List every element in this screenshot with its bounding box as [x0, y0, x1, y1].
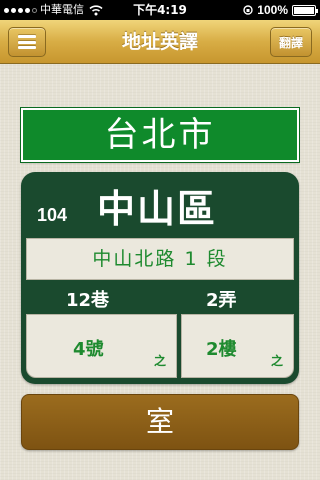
floor-field[interactable]: 2樓 之	[181, 314, 294, 378]
translate-button[interactable]: 翻譯	[270, 27, 312, 57]
road-field[interactable]: 中山北路 1 段	[26, 238, 294, 280]
floor-value: 2樓	[206, 339, 237, 360]
city-field[interactable]: 台北市	[20, 107, 300, 163]
district-field[interactable]: 中山區	[97, 178, 217, 233]
menu-button[interactable]	[8, 27, 46, 57]
room-field[interactable]: 室	[21, 394, 299, 450]
floor-suffix: 之	[270, 354, 283, 368]
battery-fill	[294, 6, 314, 14]
nav-bar: 地址英譯 翻譯	[0, 20, 320, 64]
status-right: 100%	[243, 0, 318, 20]
house-number-suffix: 之	[153, 354, 166, 368]
battery-icon	[292, 4, 318, 16]
district-panel: 104 中山區 中山北路 1 段 12巷 2弄 4號 之 2樓 之	[21, 172, 299, 384]
alley-field[interactable]: 2弄	[206, 286, 237, 312]
zip-code[interactable]: 104	[37, 205, 67, 226]
battery-percentage: 100%	[257, 3, 288, 17]
lane-field[interactable]: 12巷	[66, 286, 109, 312]
status-bar: 中華電信 下午4:19 100%	[0, 0, 320, 20]
house-number-value: 4號	[73, 339, 104, 360]
house-number-field[interactable]: 4號 之	[26, 314, 177, 378]
rotation-lock-icon	[243, 5, 253, 15]
hamburger-icon	[18, 35, 36, 49]
